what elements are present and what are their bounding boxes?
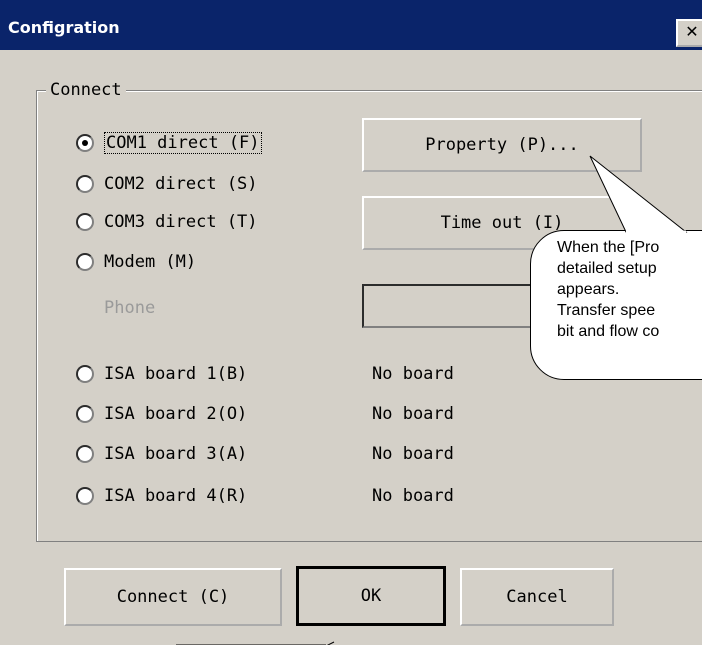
radio-isa-board-4[interactable]: ISA board 4(R) — [76, 486, 247, 506]
radio-com2-direct[interactable]: COM2 direct (S) — [76, 174, 258, 194]
property-button[interactable]: Property (P)... — [362, 118, 642, 172]
window-title: Configration — [8, 18, 120, 37]
callout-line: detailed setup — [557, 260, 657, 277]
board-1-status: No board — [372, 364, 454, 384]
board-4-status: No board — [372, 486, 454, 506]
radio-label: Modem (M) — [104, 252, 197, 272]
radio-label: ISA board 2(O) — [104, 404, 248, 424]
radio-indicator[interactable] — [76, 487, 94, 505]
radio-com3-direct[interactable]: COM3 direct (T) — [76, 212, 258, 232]
ok-button[interactable]: OK — [296, 566, 446, 626]
radio-label: COM3 direct (T) — [104, 212, 258, 232]
cancel-button[interactable]: Cancel — [460, 568, 614, 626]
title-bar[interactable]: Configration ✕ — [0, 0, 702, 50]
radio-indicator[interactable] — [76, 213, 94, 231]
connect-button[interactable]: Connect (C) — [64, 568, 282, 626]
board-2-status: No board — [372, 404, 454, 424]
radio-label: ISA board 1(B) — [104, 364, 248, 384]
connect-group-label: Connect — [46, 80, 126, 100]
radio-indicator[interactable] — [76, 365, 94, 383]
radio-isa-board-1[interactable]: ISA board 1(B) — [76, 364, 247, 384]
radio-indicator[interactable] — [76, 445, 94, 463]
radio-isa-board-3[interactable]: ISA board 3(A) — [76, 444, 247, 464]
radio-label: COM1 direct (F) — [104, 132, 262, 154]
phone-label: Phone — [104, 298, 156, 318]
radio-indicator[interactable] — [76, 253, 94, 271]
close-button[interactable]: ✕ — [676, 19, 702, 47]
radio-indicator[interactable] — [76, 175, 94, 193]
radio-label: COM2 direct (S) — [104, 174, 258, 194]
callout-line: When the [Pro — [557, 239, 660, 256]
callout-line: bit and flow co — [557, 323, 660, 340]
callout-line: Transfer spee — [557, 302, 656, 319]
radio-isa-board-2[interactable]: ISA board 2(O) — [76, 404, 247, 424]
radio-indicator[interactable] — [76, 134, 94, 152]
radio-label: ISA board 3(A) — [104, 444, 248, 464]
radio-label: ISA board 4(R) — [104, 486, 248, 506]
callout-line: appears. — [557, 281, 620, 298]
radio-com1-direct[interactable]: COM1 direct (F) — [76, 132, 262, 154]
radio-indicator[interactable] — [76, 405, 94, 423]
board-3-status: No board — [372, 444, 454, 464]
radio-modem[interactable]: Modem (M) — [76, 252, 196, 272]
callout-bubble: When the [Pro detailed setup appears. Tr… — [530, 230, 702, 380]
configuration-dialog: Configration ✕ Connect COM1 direct (F) C… — [0, 0, 702, 645]
